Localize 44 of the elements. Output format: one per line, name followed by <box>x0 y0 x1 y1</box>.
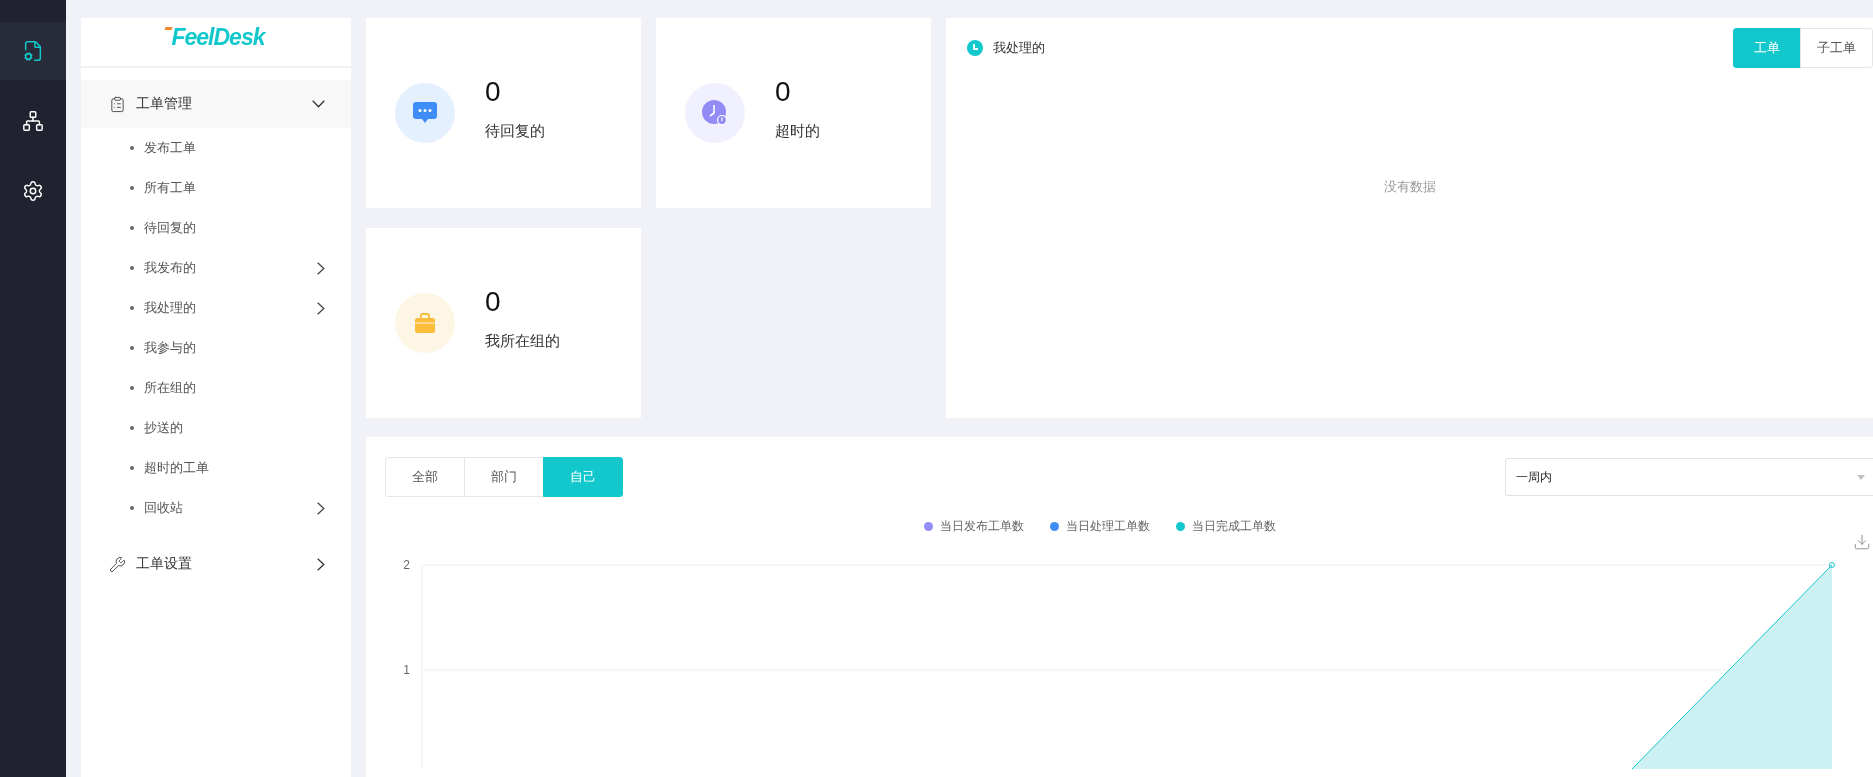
sitemap-icon <box>22 110 44 132</box>
chevron-right-icon <box>317 501 325 515</box>
menu-item[interactable]: 所在组的 <box>81 368 351 408</box>
menu-group[interactable]: 工单设置 <box>81 540 351 588</box>
menu-item[interactable]: 待回复的 <box>81 208 351 248</box>
clipboard-icon <box>109 95 126 113</box>
axis-label: 1 <box>403 663 410 677</box>
menu-item[interactable]: 抄送的 <box>81 408 351 448</box>
tab[interactable]: 子工单 <box>1800 28 1873 68</box>
menu-item[interactable]: 我发布的 <box>81 248 351 288</box>
chevron-down-icon <box>312 100 325 108</box>
chevron-right-icon <box>317 261 325 275</box>
chevron-right-icon <box>317 557 325 571</box>
empty-message: 没有数据 <box>1382 178 1437 196</box>
menu-group-label: 工单管理 <box>136 95 193 113</box>
settings-icon <box>22 180 44 202</box>
tab[interactable]: 部门 <box>464 457 544 497</box>
menu-item[interactable]: 回收站 <box>81 488 351 528</box>
stat-label: 超时的 <box>775 121 820 141</box>
panel-title: 我处理的 <box>993 39 1046 57</box>
stat-label: 待回复的 <box>485 121 545 141</box>
chevron-right-icon <box>317 301 325 315</box>
menu-item[interactable]: 发布工单 <box>81 128 351 168</box>
document-gear-icon <box>22 40 44 62</box>
clock-icon <box>967 40 983 56</box>
logo: FeelDesk <box>167 24 265 51</box>
menu-item[interactable]: 我参与的 <box>81 328 351 368</box>
period-select[interactable]: 一周内 <box>1505 458 1873 496</box>
menu-group-label: 工单设置 <box>136 555 193 573</box>
stat-value: 0 <box>485 285 502 318</box>
menu-item[interactable]: 我处理的 <box>81 288 351 328</box>
legend-item[interactable]: 当日处理工单数 <box>1049 518 1150 535</box>
tab[interactable]: 全部 <box>385 457 465 497</box>
stat-label: 我所在组的 <box>485 331 560 351</box>
menu-item[interactable]: 超时的工单 <box>81 448 351 488</box>
rail-item[interactable] <box>0 22 66 80</box>
wrench-icon <box>109 555 126 573</box>
menu-item[interactable]: 所有工单 <box>81 168 351 208</box>
menu-group[interactable]: 工单管理 <box>81 80 351 128</box>
legend-item[interactable]: 当日完成工单数 <box>1175 518 1276 535</box>
stat-value: 0 <box>485 75 502 108</box>
legend-item[interactable]: 当日发布工单数 <box>923 518 1024 535</box>
stat-value: 0 <box>775 75 792 108</box>
axis-label: 2 <box>403 558 410 572</box>
